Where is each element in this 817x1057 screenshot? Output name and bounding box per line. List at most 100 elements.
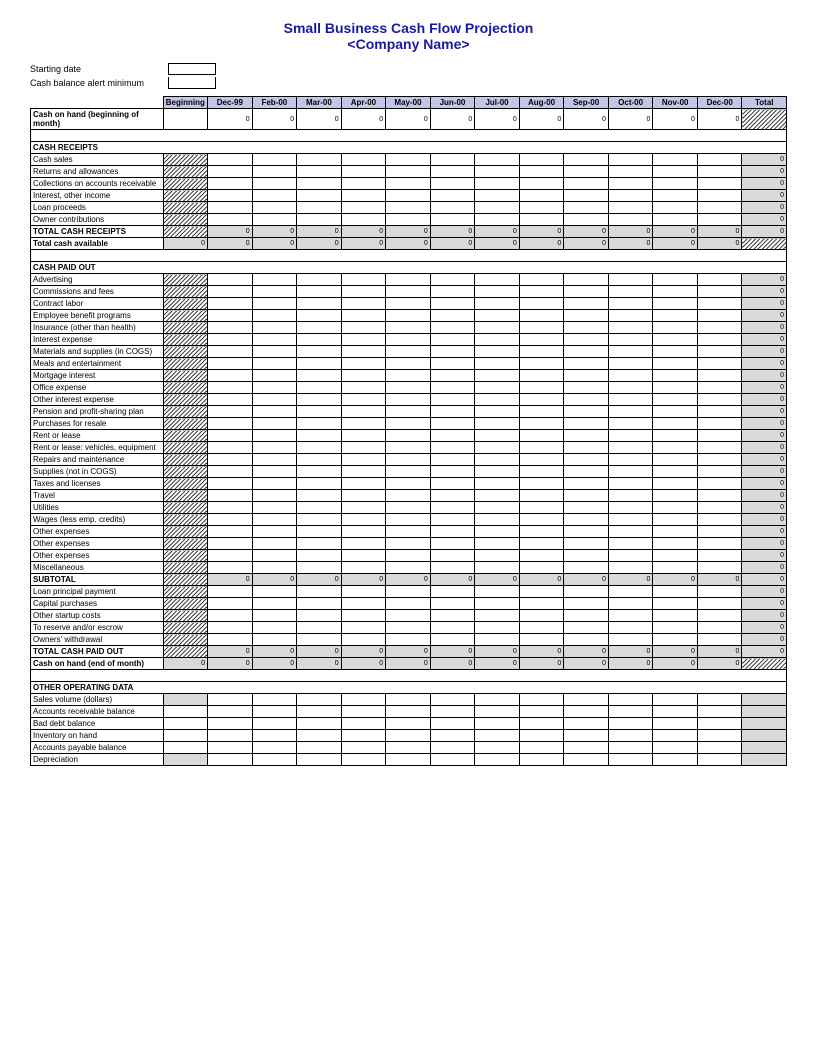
cell[interactable]: 0: [163, 238, 208, 250]
cell[interactable]: [697, 178, 742, 190]
cell[interactable]: [430, 214, 475, 226]
cell[interactable]: [475, 202, 520, 214]
cell[interactable]: [564, 430, 609, 442]
cell[interactable]: [252, 586, 297, 598]
cell[interactable]: [297, 214, 342, 226]
cell[interactable]: 0: [297, 226, 342, 238]
cell[interactable]: [297, 718, 342, 730]
cell[interactable]: [430, 406, 475, 418]
cell[interactable]: [475, 274, 520, 286]
cell[interactable]: 0: [386, 646, 431, 658]
cell[interactable]: [252, 310, 297, 322]
cell[interactable]: [430, 334, 475, 346]
cell[interactable]: [430, 562, 475, 574]
cell[interactable]: [163, 442, 208, 454]
cell[interactable]: [252, 742, 297, 754]
cell[interactable]: [386, 694, 431, 706]
cell[interactable]: 0: [697, 226, 742, 238]
cell[interactable]: [297, 694, 342, 706]
cell[interactable]: [208, 322, 253, 334]
cell[interactable]: [297, 562, 342, 574]
cell[interactable]: [564, 550, 609, 562]
cell[interactable]: [163, 718, 208, 730]
cell[interactable]: [564, 454, 609, 466]
cell[interactable]: [475, 322, 520, 334]
cell[interactable]: [697, 154, 742, 166]
cell[interactable]: [608, 202, 653, 214]
cell[interactable]: [163, 298, 208, 310]
cell[interactable]: [386, 370, 431, 382]
cell[interactable]: 0: [519, 238, 564, 250]
cell[interactable]: [341, 490, 386, 502]
cell[interactable]: [653, 490, 698, 502]
cell[interactable]: [297, 154, 342, 166]
cell[interactable]: [608, 754, 653, 766]
cell[interactable]: [608, 718, 653, 730]
cell[interactable]: [341, 274, 386, 286]
cell[interactable]: [653, 586, 698, 598]
cell[interactable]: [341, 598, 386, 610]
cell[interactable]: [475, 742, 520, 754]
cell[interactable]: [208, 406, 253, 418]
cell[interactable]: [653, 478, 698, 490]
cell[interactable]: [208, 166, 253, 178]
cell[interactable]: [475, 634, 520, 646]
cell[interactable]: [475, 154, 520, 166]
cell[interactable]: [519, 418, 564, 430]
cell[interactable]: [697, 586, 742, 598]
cell[interactable]: [163, 166, 208, 178]
cell[interactable]: [208, 154, 253, 166]
cell[interactable]: [608, 430, 653, 442]
cell[interactable]: [252, 274, 297, 286]
cell[interactable]: [341, 370, 386, 382]
cell[interactable]: [564, 202, 609, 214]
cell[interactable]: [653, 430, 698, 442]
cell[interactable]: [208, 394, 253, 406]
cell[interactable]: 0: [519, 574, 564, 586]
cell[interactable]: [564, 706, 609, 718]
cell[interactable]: [564, 694, 609, 706]
cell[interactable]: [475, 178, 520, 190]
cell[interactable]: [697, 358, 742, 370]
cell[interactable]: [386, 406, 431, 418]
cell[interactable]: [297, 502, 342, 514]
cell[interactable]: [430, 322, 475, 334]
cell[interactable]: 0: [697, 238, 742, 250]
cell[interactable]: [564, 178, 609, 190]
cell[interactable]: [386, 742, 431, 754]
cell[interactable]: [430, 154, 475, 166]
cell[interactable]: [297, 610, 342, 622]
cell[interactable]: 0: [208, 658, 253, 670]
cell[interactable]: 0: [608, 658, 653, 670]
cell[interactable]: [519, 694, 564, 706]
cell[interactable]: [697, 478, 742, 490]
cell[interactable]: [564, 190, 609, 202]
cell[interactable]: [653, 382, 698, 394]
cell[interactable]: [163, 550, 208, 562]
cell[interactable]: [430, 178, 475, 190]
cell[interactable]: [519, 274, 564, 286]
cell[interactable]: [430, 466, 475, 478]
cell[interactable]: [297, 550, 342, 562]
cell[interactable]: [163, 694, 208, 706]
cell[interactable]: [653, 154, 698, 166]
cell[interactable]: [297, 298, 342, 310]
cell[interactable]: [475, 334, 520, 346]
cell[interactable]: [697, 706, 742, 718]
cell[interactable]: [341, 694, 386, 706]
cell[interactable]: [163, 418, 208, 430]
cell[interactable]: [208, 706, 253, 718]
cell[interactable]: [653, 742, 698, 754]
cell[interactable]: [252, 394, 297, 406]
cell[interactable]: [341, 286, 386, 298]
cell[interactable]: [386, 706, 431, 718]
cell[interactable]: [208, 730, 253, 742]
cell[interactable]: [163, 478, 208, 490]
cell[interactable]: [653, 598, 698, 610]
cell[interactable]: [252, 190, 297, 202]
cell[interactable]: [430, 526, 475, 538]
cell[interactable]: [341, 730, 386, 742]
cell[interactable]: [697, 514, 742, 526]
cell[interactable]: [252, 430, 297, 442]
cell[interactable]: [252, 694, 297, 706]
